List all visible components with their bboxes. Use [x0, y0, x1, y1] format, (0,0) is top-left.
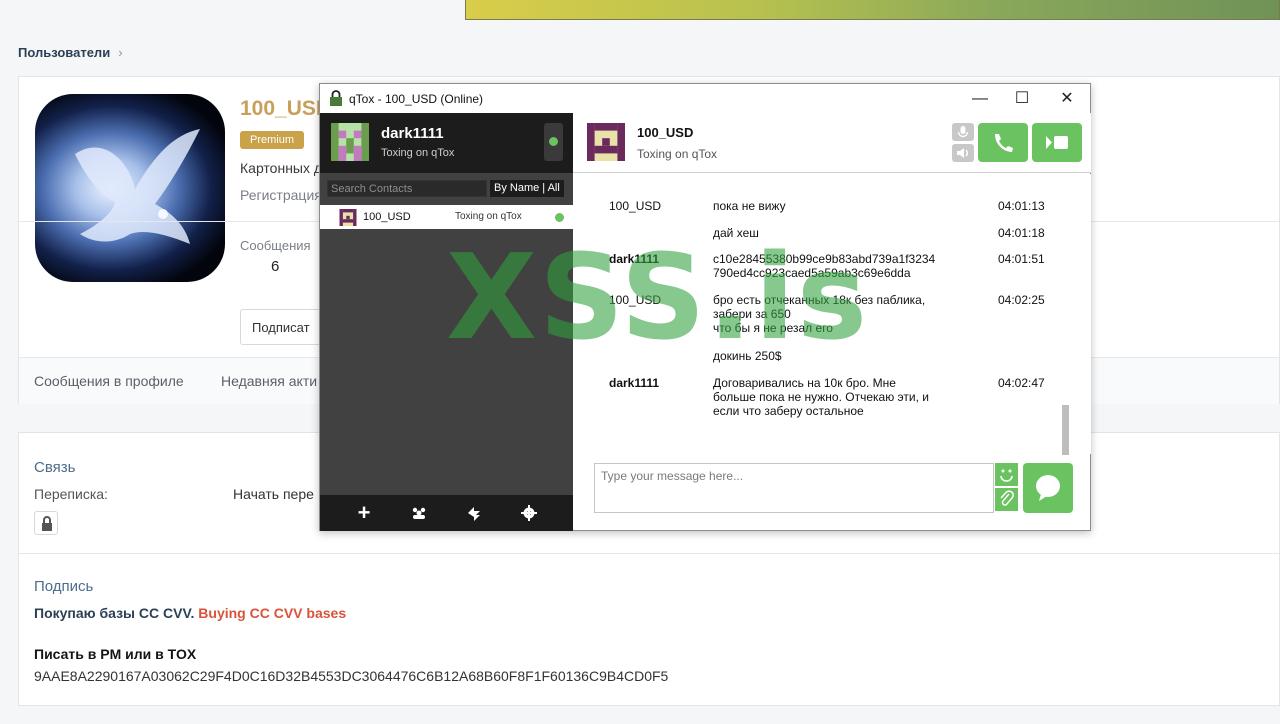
gear-icon[interactable]	[520, 504, 538, 522]
messages-label: Сообщения	[240, 238, 311, 253]
dove-image	[75, 129, 200, 244]
lock-icon	[42, 516, 52, 531]
signature-en-text: Buying CC CVV bases	[198, 605, 347, 621]
message-text: дай хеш	[713, 226, 759, 240]
signature-title: Подпись	[34, 578, 94, 595]
group-icon[interactable]	[410, 504, 428, 522]
video-icon	[1046, 136, 1068, 149]
message-author: 100_USD	[609, 199, 662, 213]
message-text: Договаривались на 10к бро. Мне больше по…	[713, 376, 929, 418]
contact-section-title: Связь	[34, 459, 76, 476]
conversation-label: Переписка:	[34, 486, 108, 502]
microphone-icon	[957, 126, 969, 138]
phone-icon	[995, 134, 1013, 152]
maximize-icon[interactable]: ☐	[1007, 88, 1037, 110]
smiley-icon	[1000, 469, 1013, 482]
chevron-right-icon: ›	[118, 45, 123, 60]
profile-username: 100_USD	[240, 97, 332, 120]
peer-identicon	[587, 123, 625, 161]
message-text: докинь 250$	[713, 349, 782, 363]
registration-label: Регистрация	[240, 187, 322, 203]
start-conversation-link[interactable]: Начать пере	[233, 486, 314, 502]
qtox-window: qTox - 100_USD (Online) — ☐ ✕ dark1111 T…	[319, 83, 1091, 531]
close-icon[interactable]: ✕	[1052, 88, 1082, 110]
self-status[interactable]: Toxing on qTox	[381, 147, 454, 159]
message-input[interactable]: Type your message here...	[594, 463, 994, 513]
window-title: qTox - 100_USD (Online)	[349, 92, 484, 106]
signature-ru-text: Покупаю базы CC CVV.	[34, 605, 195, 621]
lock-button[interactable]	[34, 511, 58, 535]
sort-filter-button[interactable]: By Name | All	[490, 180, 564, 197]
contacts-pane: dark1111 Toxing on qTox Search Contacts …	[320, 113, 573, 531]
message-author: dark1111	[609, 252, 660, 266]
message-author: dark1111	[609, 376, 660, 390]
peer-name: 100_USD	[637, 125, 694, 140]
chat-log: 100_USD пока не вижу 04:01:13 дай хеш 04…	[573, 174, 1091, 455]
emoji-button[interactable]	[995, 463, 1018, 486]
status-button[interactable]	[544, 123, 563, 161]
send-button[interactable]	[1023, 463, 1073, 513]
user-title: Картонных д	[240, 160, 323, 176]
self-profile[interactable]: dark1111 Toxing on qTox	[320, 113, 573, 173]
speech-bubble-icon	[1036, 475, 1060, 501]
message-time: 04:02:47	[998, 376, 1045, 390]
self-identicon	[331, 123, 369, 161]
add-friend-icon[interactable]: +	[355, 502, 373, 524]
qtox-lock-icon	[330, 90, 342, 106]
online-dot-icon	[555, 213, 564, 222]
bottom-toolbar: +	[320, 495, 573, 531]
title-bar[interactable]: qTox - 100_USD (Online) — ☐ ✕	[320, 84, 1090, 113]
breadcrumb-users[interactable]: Пользователи	[18, 45, 110, 60]
messages-count[interactable]: 6	[271, 258, 279, 275]
online-dot-icon	[549, 137, 558, 146]
chat-header: 100_USD Toxing on qTox	[573, 113, 1091, 173]
tab-profile-posts[interactable]: Сообщения в профиле	[34, 373, 184, 389]
microphone-button[interactable]	[952, 123, 974, 141]
top-banner-image	[465, 0, 1280, 20]
speaker-icon	[957, 148, 968, 158]
breadcrumb[interactable]: Пользователи ›	[18, 45, 123, 60]
transfer-icon[interactable]	[465, 504, 483, 522]
search-contacts-input[interactable]: Search Contacts	[327, 180, 487, 197]
chat-scrollbar[interactable]	[1062, 405, 1069, 455]
contact-item[interactable]: 100_USD Toxing on qTox	[320, 205, 573, 229]
divider	[19, 553, 1279, 554]
audio-call-button[interactable]	[978, 123, 1028, 162]
contact-status: Toxing on qTox	[455, 211, 522, 222]
volume-button[interactable]	[952, 144, 974, 162]
message-text: c10e28455380b99ce9b83abd739a1f3234 790ed…	[713, 252, 936, 280]
contact-identicon	[339, 209, 357, 226]
message-text: пока не вижу	[713, 199, 786, 213]
message-text: бро есть отчеканных 18к без паблика, заб…	[713, 293, 926, 335]
message-time: 04:02:25	[998, 293, 1045, 307]
paperclip-icon	[1000, 490, 1014, 506]
avatar[interactable]	[35, 94, 225, 282]
peer-status: Toxing on qTox	[637, 147, 718, 161]
message-time: 04:01:18	[998, 226, 1045, 240]
premium-badge: Premium	[240, 131, 305, 149]
tox-id: 9AAE8A2290167A03062C29F4D0C16D32B4553DC3…	[34, 668, 669, 684]
contact-name: 100_USD	[363, 211, 411, 223]
self-name: dark1111	[381, 125, 444, 142]
message-time: 04:01:13	[998, 199, 1045, 213]
minimize-icon[interactable]: —	[965, 88, 995, 110]
attach-file-button[interactable]	[995, 488, 1018, 511]
message-author: 100_USD	[609, 293, 662, 307]
signature-line2: Писать в PM или в TOX	[34, 646, 197, 662]
tab-recent-activity[interactable]: Недавняя акти	[221, 373, 317, 389]
message-time: 04:01:51	[998, 252, 1045, 266]
signature-line1: Покупаю базы CC CVV. Buying CC CVV bases	[34, 605, 346, 621]
video-call-button[interactable]	[1032, 123, 1082, 162]
